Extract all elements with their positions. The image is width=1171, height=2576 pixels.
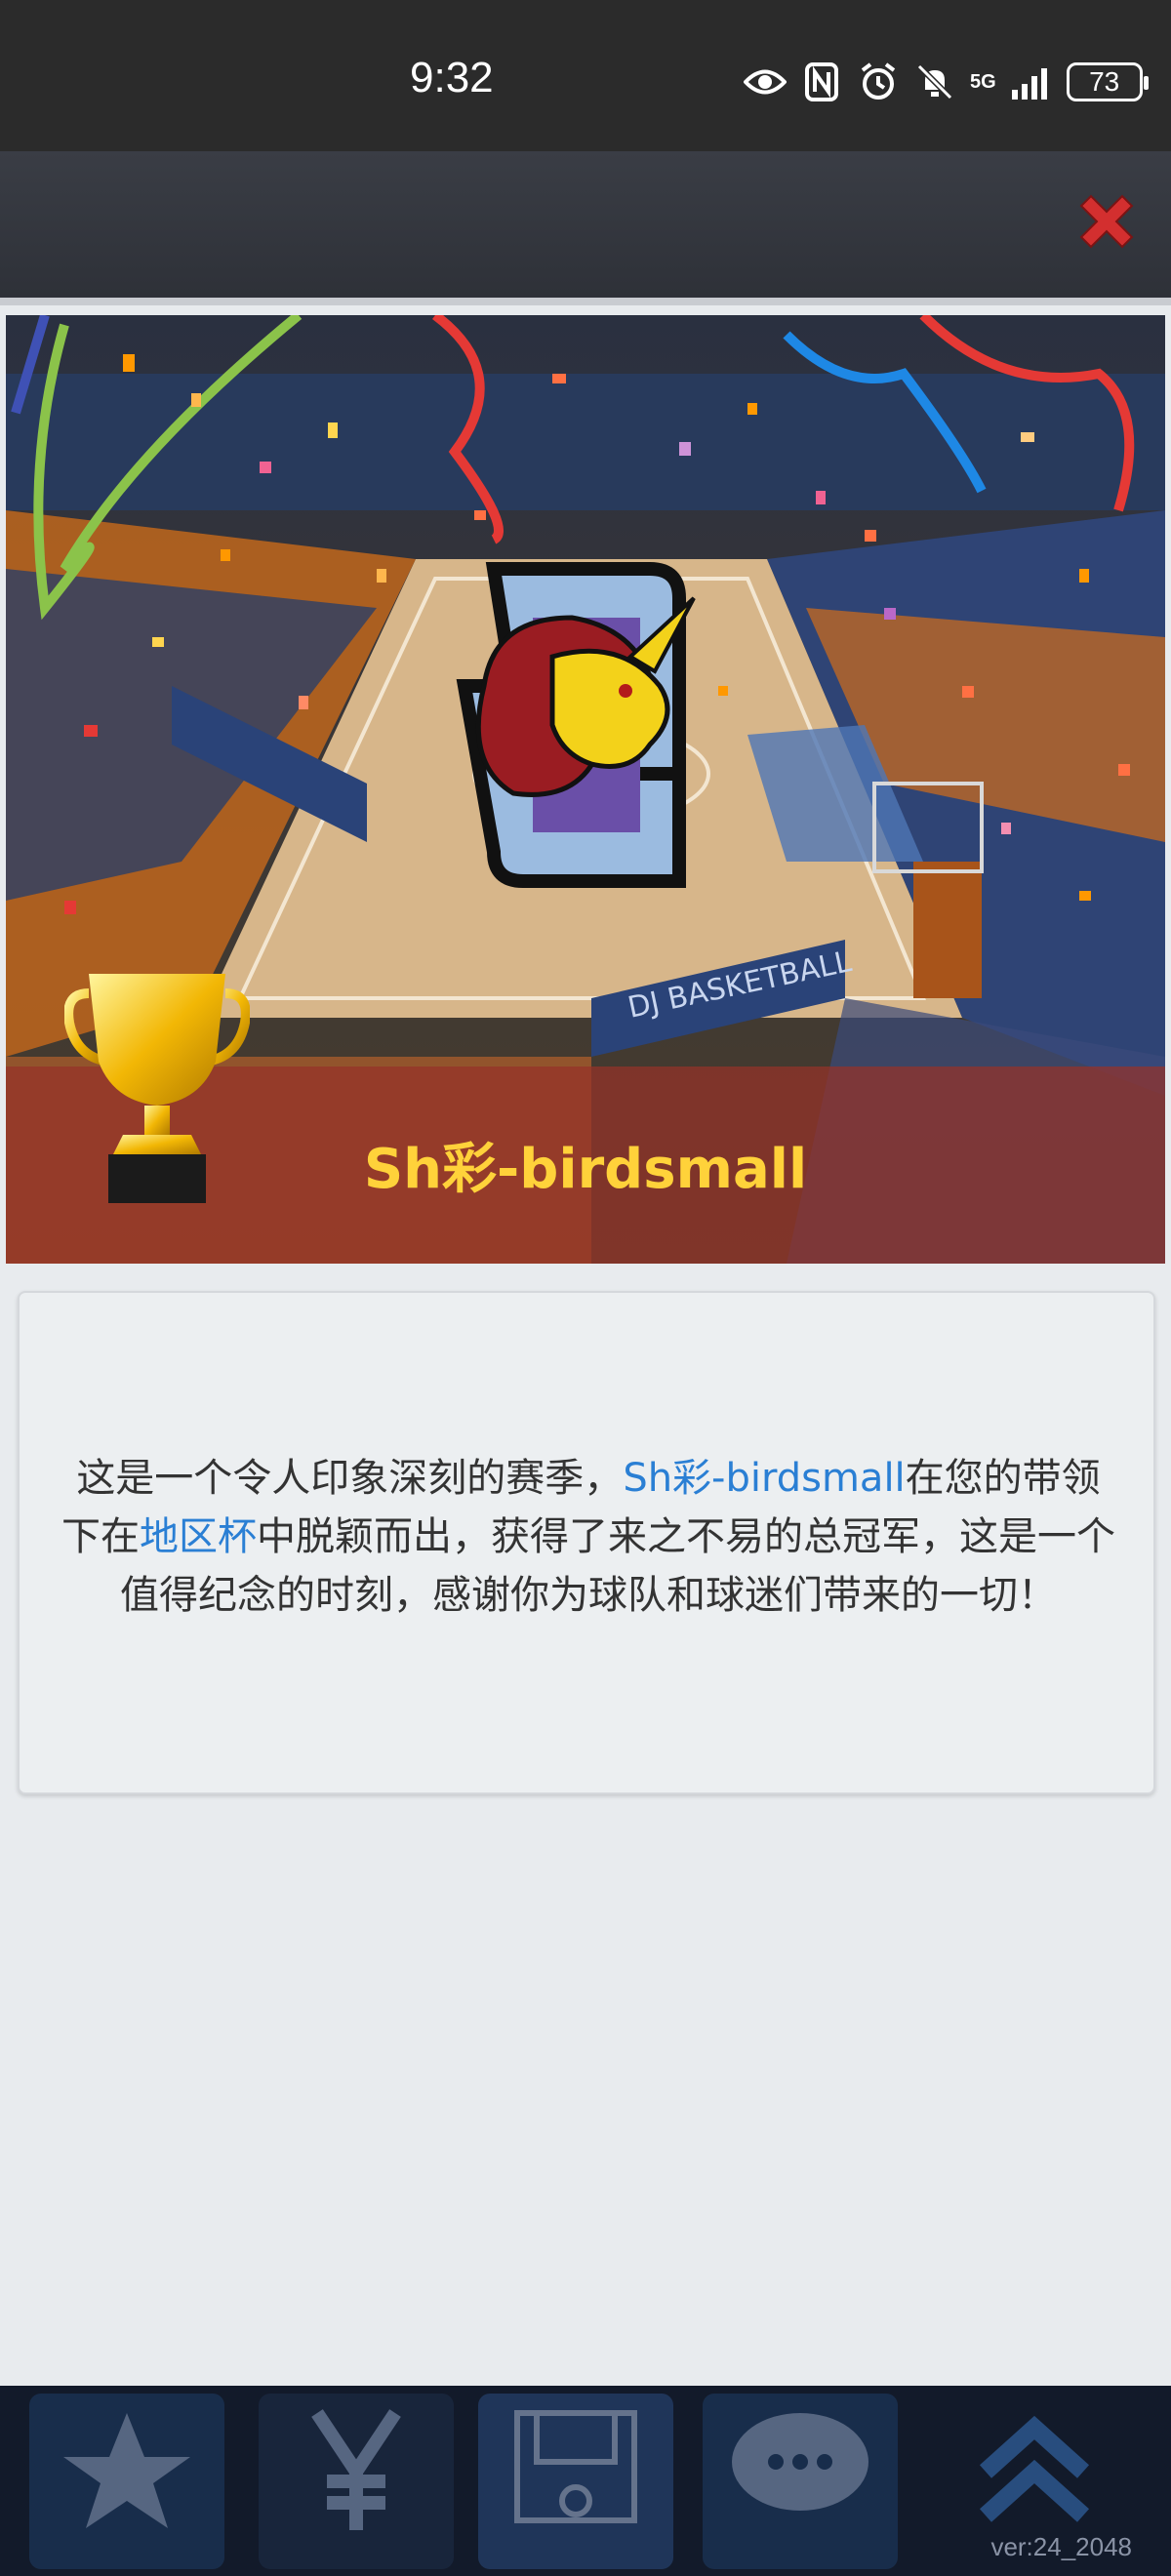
battery-indicator: 73 — [1066, 62, 1149, 101]
alarm-icon — [857, 60, 900, 103]
nav-item-finance[interactable] — [259, 2394, 454, 2569]
championship-banner: DJ BASKETBALL Sh彩-birdsmall — [6, 315, 1165, 1264]
eye-icon — [744, 60, 787, 103]
nav-item-court[interactable] — [478, 2394, 673, 2569]
chat-icon — [732, 2413, 868, 2511]
version-label: ver:24_2048 — [990, 2532, 1132, 2561]
message-card: 这是一个令人印象深刻的赛季，Sh彩-birdsmall在您的带领下在地区杯中脱颖… — [18, 1291, 1155, 1794]
close-icon — [1079, 194, 1134, 249]
unicorn-team-logo — [456, 562, 696, 888]
message-text: 中脱颖而出，获得了来之不易的总冠军，这是一个值得纪念的时刻，感谢你为球队和球迷们… — [120, 1514, 1115, 1618]
message-cup-name: 地区杯 — [140, 1514, 257, 1559]
nav-item-star[interactable] — [29, 2394, 224, 2569]
championship-message: 这是一个令人印象深刻的赛季，Sh彩-birdsmall在您的带领下在地区杯中脱颖… — [59, 1449, 1118, 1625]
team-name: Sh彩-birdsmall — [363, 1138, 808, 1201]
message-team-name: Sh彩-birdsmall — [623, 1456, 906, 1501]
nfc-icon — [800, 60, 843, 103]
status-bar: 9:32 5G 73 — [0, 0, 1171, 151]
mute-bell-icon — [913, 60, 956, 103]
chevron-up-icon — [979, 2415, 1090, 2522]
status-icons: 5G 73 — [744, 60, 1149, 103]
championship-panel: DJ BASKETBALL Sh彩-birdsmall 这是一个令人印象深刻的赛… — [0, 298, 1171, 2386]
bottom-nav: ver:24_2048 — [0, 2386, 1171, 2576]
yen-icon — [311, 2409, 401, 2530]
network-type: 5G — [970, 71, 996, 93]
close-button[interactable] — [1071, 190, 1142, 261]
court-icon — [514, 2410, 637, 2523]
status-time: 9:32 — [410, 54, 494, 101]
dialog-header — [0, 151, 1171, 298]
nav-item-chat[interactable] — [703, 2394, 898, 2569]
message-text: 这是一个令人印象深刻的赛季， — [76, 1456, 624, 1501]
star-icon — [63, 2413, 190, 2528]
signal-icon — [1010, 60, 1053, 103]
